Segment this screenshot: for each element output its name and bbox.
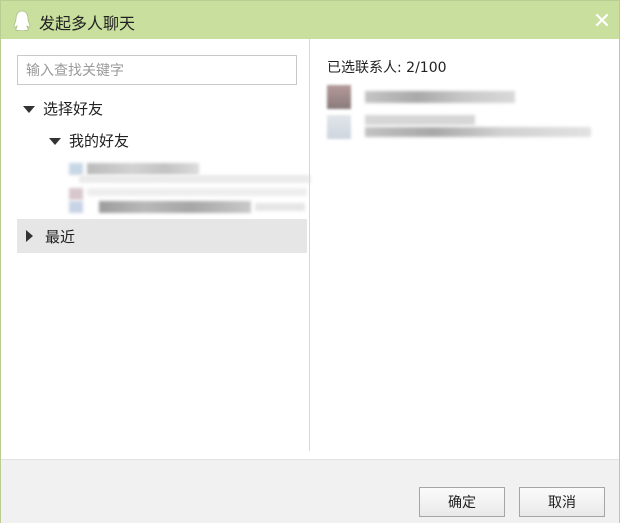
- expand-arrow-icon: [49, 138, 61, 145]
- selected-contacts-pane: 已选联系人: 2/100: [311, 39, 619, 451]
- avatar: [327, 85, 351, 109]
- tree-node-label: 最近: [45, 228, 76, 246]
- dialog-footer: 确定 取消: [1, 459, 619, 523]
- selected-contact[interactable]: [327, 85, 607, 109]
- title-bar[interactable]: 发起多人聊天: [1, 1, 619, 39]
- blurred-text: [87, 188, 307, 196]
- blurred-name: [87, 163, 199, 175]
- tree-node-recent[interactable]: 最近: [17, 219, 307, 253]
- avatar: [69, 163, 83, 175]
- expand-arrow-icon: [23, 106, 35, 113]
- blurred-text: [255, 203, 305, 211]
- close-icon[interactable]: [595, 13, 609, 27]
- blurred-name: [365, 115, 475, 125]
- selected-count-label: 已选联系人: 2/100: [327, 60, 447, 76]
- avatar: [69, 201, 83, 213]
- blurred-name: [365, 91, 515, 103]
- friend-item[interactable]: [69, 199, 309, 219]
- search-input[interactable]: [17, 55, 297, 85]
- blurred-name: [99, 201, 251, 213]
- friend-item[interactable]: [69, 161, 311, 183]
- confirm-button[interactable]: 确定: [419, 487, 505, 517]
- dialog-title: 发起多人聊天: [39, 14, 136, 33]
- qq-penguin-icon: [13, 10, 31, 31]
- blurred-text: [79, 175, 311, 183]
- cancel-button[interactable]: 取消: [519, 487, 605, 517]
- tree-node-select-friends[interactable]: 选择好友: [23, 98, 103, 119]
- tree-node-my-friends[interactable]: 我的好友: [49, 130, 129, 151]
- blurred-text: [365, 127, 591, 137]
- group-chat-dialog: 发起多人聊天 选择好友 我的好友 最近: [0, 0, 620, 523]
- friend-picker-pane: 选择好友 我的好友 最近: [1, 39, 311, 457]
- selected-contact[interactable]: [327, 115, 607, 139]
- tree-node-label: 选择好友: [43, 100, 104, 118]
- tree-node-label: 我的好友: [69, 132, 130, 150]
- collapse-arrow-icon: [26, 230, 33, 242]
- avatar: [327, 115, 351, 139]
- pane-divider: [309, 39, 310, 451]
